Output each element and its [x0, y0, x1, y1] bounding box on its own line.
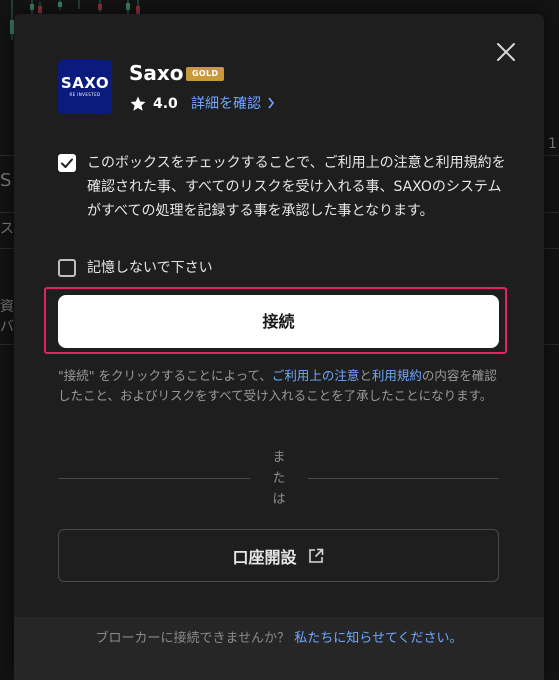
remember-label: 記憶しないで下さい — [87, 260, 213, 276]
broker-name: Saxo — [129, 61, 184, 85]
footer-question: ブローカーに接続できませんか？ — [95, 631, 291, 646]
details-link-label: 詳細を確認 — [191, 96, 261, 112]
close-button[interactable] — [492, 38, 520, 66]
or-char: ま — [272, 450, 286, 465]
logo-mark: SAXO — [60, 74, 110, 92]
open-account-button[interactable]: 口座開設 — [58, 529, 499, 582]
report-issue-link[interactable]: 私たちに知らせてください。 — [294, 631, 462, 646]
details-link[interactable]: 詳細を確認 — [191, 93, 275, 113]
chevron-right-icon — [268, 97, 275, 109]
usage-notes-link[interactable]: ご利用上の注意 — [272, 368, 360, 383]
background-text: S — [0, 170, 12, 191]
or-char: た — [272, 471, 286, 486]
external-link-icon — [308, 548, 323, 563]
open-account-label: 口座開設 — [232, 547, 297, 567]
consent-text: このボックスをチェックすることで、ご利用上の注意と利用規約を確認された事、すべて… — [87, 155, 506, 219]
gold-badge: GOLD — [186, 67, 225, 81]
close-icon — [497, 43, 515, 61]
check-icon — [61, 158, 73, 168]
rating-score: 4.0 — [153, 96, 178, 112]
terms-note: "接続" をクリックすることによって、ご利用上の注意と利用規約の内容を確認したこ… — [58, 366, 498, 406]
background-text: 1 — [548, 136, 557, 152]
terms-note-text: "接続" をクリックすることによって、 — [58, 368, 272, 383]
background-text: バ — [0, 319, 14, 335]
or-divider-right — [308, 478, 499, 479]
consent-checkbox[interactable] — [58, 154, 76, 172]
remember-checkbox[interactable] — [58, 259, 76, 277]
terms-link[interactable]: 利用規約 — [372, 368, 422, 383]
rating: 4.0 — [129, 94, 178, 114]
logo-tagline: RE INVESTED — [69, 92, 101, 97]
star-icon — [130, 96, 146, 111]
or-char: は — [272, 492, 286, 507]
terms-note-text: と — [359, 368, 372, 383]
connect-broker-dialog: SAXO RE INVESTED Saxo GOLD 4.0 詳細を確認 このボ… — [14, 14, 544, 680]
or-divider-left — [58, 478, 250, 479]
connect-button[interactable]: 接続 — [58, 295, 499, 348]
broker-logo: SAXO RE INVESTED — [58, 60, 112, 114]
or-separator: ま た は — [269, 447, 289, 510]
dialog-footer: ブローカーに接続できませんか？ 私たちに知らせてください。 — [14, 617, 544, 680]
